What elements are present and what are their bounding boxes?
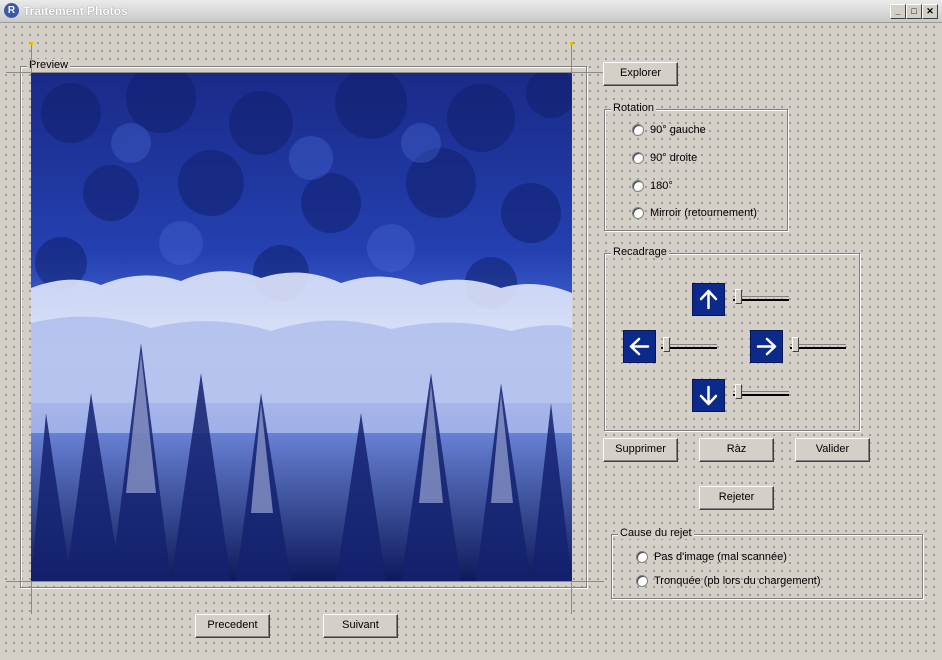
arrow-up-icon bbox=[699, 289, 718, 310]
precedent-button[interactable]: Precedent bbox=[195, 614, 270, 638]
radio-label: Tronquée (pb lors du chargement) bbox=[654, 575, 821, 587]
anchor-marker bbox=[570, 42, 573, 45]
radio-button-icon[interactable] bbox=[636, 575, 648, 587]
anchor-marker bbox=[30, 42, 33, 45]
radio-button-icon[interactable] bbox=[632, 124, 644, 136]
suivant-button[interactable]: Suivant bbox=[323, 614, 398, 638]
valider-button[interactable]: Valider bbox=[795, 438, 870, 462]
title-bar: R Traitement Photos _ □ ✕ bbox=[0, 0, 942, 23]
maximize-button[interactable]: □ bbox=[906, 4, 922, 19]
rejet-groupbox: Cause du rejet bbox=[611, 527, 923, 599]
arrow-down-icon bbox=[699, 385, 718, 406]
radio-button-icon[interactable] bbox=[632, 180, 644, 192]
recadrage-label: Recadrage bbox=[611, 246, 669, 258]
radio-label: 90° droite bbox=[650, 152, 698, 164]
radio-label: 180° bbox=[650, 180, 673, 192]
radio-label: Mirroir (retournement) bbox=[650, 207, 757, 219]
rejet-label: Cause du rejet bbox=[618, 527, 694, 539]
slider-thumb[interactable] bbox=[735, 384, 742, 399]
radio-label: Pas d'image (mal scannée) bbox=[654, 551, 787, 563]
radio-label: 90° gauche bbox=[650, 124, 706, 136]
radio-rotation-90-left[interactable]: 90° gauche bbox=[632, 124, 706, 136]
crop-top-slider[interactable] bbox=[733, 289, 789, 309]
crop-down-button[interactable] bbox=[692, 379, 725, 412]
slider-thumb[interactable] bbox=[735, 289, 742, 304]
slider-thumb[interactable] bbox=[663, 337, 670, 352]
rejeter-button[interactable]: Rejeter bbox=[699, 486, 774, 510]
radio-rotation-90-right[interactable]: 90° droite bbox=[632, 152, 697, 164]
minimize-button[interactable]: _ bbox=[890, 4, 906, 19]
supprimer-button[interactable]: Supprimer bbox=[603, 438, 678, 462]
radio-button-icon[interactable] bbox=[632, 207, 644, 219]
preview-image bbox=[31, 73, 572, 581]
crop-bottom-slider[interactable] bbox=[733, 384, 789, 404]
window-title: Traitement Photos bbox=[23, 4, 128, 18]
close-button[interactable]: ✕ bbox=[922, 4, 938, 19]
crop-left-slider[interactable] bbox=[661, 337, 717, 357]
crop-right-slider[interactable] bbox=[790, 337, 846, 357]
radio-rejet-truncated[interactable]: Tronquée (pb lors du chargement) bbox=[636, 575, 821, 587]
explorer-button[interactable]: Explorer bbox=[603, 62, 678, 86]
app-icon: R bbox=[4, 3, 19, 18]
radio-button-icon[interactable] bbox=[636, 551, 648, 563]
crop-right-button[interactable] bbox=[750, 330, 783, 363]
preview-label: Preview bbox=[27, 59, 71, 71]
winter-forest-photo-icon bbox=[31, 73, 572, 581]
radio-rotation-180[interactable]: 180° bbox=[632, 180, 673, 192]
crop-up-button[interactable] bbox=[692, 283, 725, 316]
arrow-right-icon bbox=[756, 337, 777, 356]
rotation-label: Rotation bbox=[611, 102, 656, 114]
arrow-left-icon bbox=[629, 337, 650, 356]
raz-button[interactable]: Ràz bbox=[699, 438, 774, 462]
crop-left-button[interactable] bbox=[623, 330, 656, 363]
slider-thumb[interactable] bbox=[792, 337, 799, 352]
guide-line bbox=[6, 581, 604, 582]
radio-rotation-mirror[interactable]: Mirroir (retournement) bbox=[632, 207, 757, 219]
radio-button-icon[interactable] bbox=[632, 152, 644, 164]
radio-rejet-no-image[interactable]: Pas d'image (mal scannée) bbox=[636, 551, 787, 563]
